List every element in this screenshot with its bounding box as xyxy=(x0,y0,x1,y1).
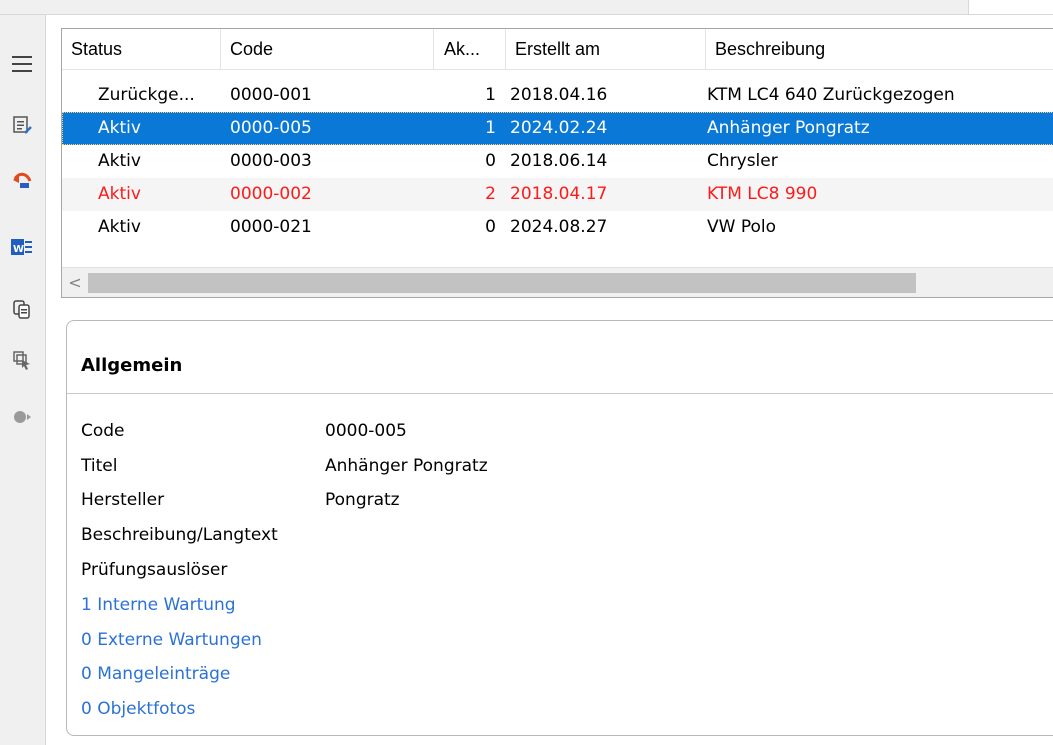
horizontal-scrollbar[interactable]: < xyxy=(62,267,1053,297)
cell-status: Zurückge... xyxy=(98,85,195,105)
cell-ak: 1 xyxy=(485,85,496,105)
table-row[interactable]: Zurückge... 0000-001 1 2018.04.16 KTM LC… xyxy=(62,79,1053,112)
field-value-titel: Anhänger Pongratz xyxy=(325,456,488,476)
section-title: Allgemein xyxy=(81,355,183,376)
table-row[interactable]: Aktiv 0000-021 0 2024.08.27 VW Polo xyxy=(62,211,1053,244)
cell-code: 0000-001 xyxy=(230,85,312,105)
cell-erstellt: 2024.02.24 xyxy=(510,118,608,138)
cell-code: 0000-021 xyxy=(230,217,312,237)
left-toolbar: W xyxy=(0,15,46,745)
svg-text:W: W xyxy=(13,244,24,255)
cell-beschreibung: Anhänger Pongratz xyxy=(707,118,870,138)
section-divider xyxy=(67,393,1053,394)
cell-status: Aktiv xyxy=(98,118,141,138)
forward-circle-icon[interactable] xyxy=(7,402,37,432)
cell-code: 0000-002 xyxy=(230,184,312,204)
field-value-code: 0000-005 xyxy=(325,421,407,441)
cell-beschreibung: VW Polo xyxy=(707,217,777,237)
top-strip xyxy=(0,0,1053,15)
undo-arrow-icon[interactable] xyxy=(7,165,37,195)
field-label-code: Code xyxy=(81,421,125,441)
column-header-ak[interactable]: Ak... xyxy=(434,29,506,69)
cell-status: Aktiv xyxy=(98,151,141,171)
cell-erstellt: 2018.06.14 xyxy=(510,151,608,171)
select-pointer-icon[interactable] xyxy=(7,345,37,375)
cell-ak: 2 xyxy=(485,184,496,204)
cell-ak: 1 xyxy=(485,118,496,138)
cell-status: Aktiv xyxy=(98,217,141,237)
field-value-hersteller: Pongratz xyxy=(325,490,400,510)
table-row-warning[interactable]: Aktiv 0000-002 2 2018.04.17 KTM LC8 990 xyxy=(62,178,1053,211)
cell-erstellt: 2018.04.17 xyxy=(510,184,608,204)
column-header-code[interactable]: Code xyxy=(221,29,434,69)
word-document-icon[interactable]: W xyxy=(7,232,37,262)
table-row-selected[interactable]: Aktiv 0000-005 1 2024.02.24 Anhänger Pon… xyxy=(62,112,1053,145)
link-interne-wartung[interactable]: 1 Interne Wartung xyxy=(81,595,236,615)
field-label-beschreibung: Beschreibung/Langtext xyxy=(81,525,278,545)
top-strip-gap xyxy=(968,0,1053,14)
edit-list-icon[interactable] xyxy=(7,110,37,140)
field-label-pruefungsausloeser: Prüfungsauslöser xyxy=(81,560,228,580)
cell-code: 0000-003 xyxy=(230,151,312,171)
cell-ak: 0 xyxy=(485,217,496,237)
field-label-hersteller: Hersteller xyxy=(81,490,165,510)
cell-erstellt: 2024.08.27 xyxy=(510,217,608,237)
objects-table: Status Code Ak... Erstellt am Beschreibu… xyxy=(61,28,1053,298)
cell-beschreibung: KTM LC4 640 Zurückgezogen xyxy=(707,85,955,105)
copy-documents-icon[interactable] xyxy=(7,294,37,324)
link-externe-wartungen[interactable]: 0 Externe Wartungen xyxy=(81,630,262,650)
cell-status: Aktiv xyxy=(98,184,141,204)
link-mangeleintraege[interactable]: 0 Mangeleinträge xyxy=(81,664,230,684)
scrollbar-thumb[interactable] xyxy=(88,273,916,293)
link-objektfotos[interactable]: 0 Objektfotos xyxy=(81,699,195,719)
cell-beschreibung: Chrysler xyxy=(707,151,778,171)
cell-code: 0000-005 xyxy=(230,118,312,138)
detail-panel: Allgemein Code 0000-005 Titel Anhänger P… xyxy=(66,320,1053,736)
table-header: Status Code Ak... Erstellt am Beschreibu… xyxy=(62,29,1053,70)
column-header-beschreibung[interactable]: Beschreibung xyxy=(706,29,1053,69)
field-label-titel: Titel xyxy=(81,456,118,476)
hamburger-menu-icon[interactable] xyxy=(7,49,37,79)
scroll-left-arrow-icon[interactable]: < xyxy=(66,272,84,294)
column-header-status[interactable]: Status xyxy=(62,29,221,69)
table-row[interactable]: Aktiv 0000-003 0 2018.06.14 Chrysler xyxy=(62,145,1053,178)
cell-beschreibung: KTM LC8 990 xyxy=(707,184,818,204)
cell-erstellt: 2018.04.16 xyxy=(510,85,608,105)
cell-ak: 0 xyxy=(485,151,496,171)
column-header-erstellt[interactable]: Erstellt am xyxy=(506,29,706,69)
